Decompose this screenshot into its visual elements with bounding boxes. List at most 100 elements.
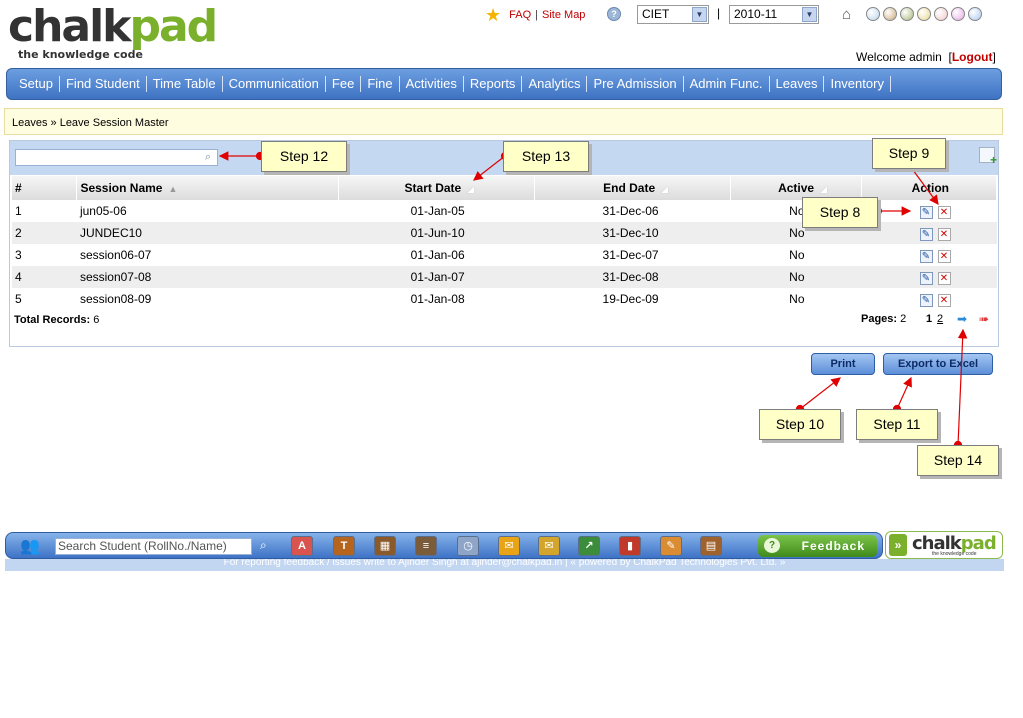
session-name-cell: JUNDEC10 xyxy=(76,222,339,244)
plus-icon: + xyxy=(989,153,997,167)
test-icon[interactable]: T xyxy=(333,536,355,556)
star-icon[interactable]: ★ xyxy=(485,5,501,26)
session-select[interactable]: 2010-11 ▼ xyxy=(729,5,819,24)
institute-select[interactable]: CIET ▼ xyxy=(637,5,709,24)
books-icon[interactable]: ≡ xyxy=(415,536,437,556)
faq-link[interactable]: FAQ xyxy=(509,9,531,21)
delete-icon[interactable]: ✕ xyxy=(937,205,951,219)
active-cell: No xyxy=(789,292,805,306)
nav-item-time-table[interactable]: Time Table xyxy=(147,76,223,92)
nav-item-analytics[interactable]: Analytics xyxy=(522,76,588,92)
theme-color-5-icon[interactable] xyxy=(934,7,948,21)
logo-word-accent: pad xyxy=(129,1,218,52)
theme-color-1-icon[interactable] xyxy=(866,7,880,21)
action-cell: ✎ ✕ xyxy=(862,288,997,310)
theme-color-7-icon[interactable] xyxy=(968,7,982,21)
student-search-input[interactable]: Search Student (RollNo./Name) xyxy=(55,538,252,555)
theme-color-2-icon[interactable] xyxy=(883,7,897,21)
step-12-callout: Step 12 xyxy=(261,141,347,172)
theme-color-6-icon[interactable] xyxy=(951,7,965,21)
session-name-cell: jun05-06 xyxy=(79,204,127,218)
edit-icon[interactable]: ✎ xyxy=(919,205,933,219)
session-name-cell: session06-07 xyxy=(79,248,152,262)
delete-icon[interactable]: ✕ xyxy=(937,293,951,307)
mail-icon[interactable]: ✉ xyxy=(538,536,560,556)
calendar-clock-icon[interactable]: ◷ xyxy=(457,536,479,556)
delete-icon[interactable]: ✕ xyxy=(937,227,951,241)
breadcrumb: Leaves » Leave Session Master xyxy=(4,108,1003,135)
theme-color-3-icon[interactable] xyxy=(900,7,914,21)
edit-icon[interactable]: ✎ xyxy=(919,271,933,285)
edit-icon[interactable]: ✎ xyxy=(919,249,933,263)
footer-credit-strip: For reporting feedback / issues write to… xyxy=(5,559,1004,571)
timetable-icon[interactable]: ▦ xyxy=(374,536,396,556)
logout-link[interactable]: Logout xyxy=(952,50,993,64)
last-page-icon[interactable]: ➠ xyxy=(979,312,989,326)
row-number: 5 xyxy=(15,292,22,306)
footer-chalkpad-logo[interactable]: » chalkpad the knowledge code xyxy=(885,531,1003,559)
help-icon[interactable]: ? xyxy=(607,7,621,21)
nav-item-admin-func[interactable]: Admin Func. xyxy=(684,76,770,92)
end-date-cell: 31-Dec-07 xyxy=(602,248,659,262)
nav-item-activities[interactable]: Activities xyxy=(400,76,464,92)
active-cell: No xyxy=(730,266,862,288)
search-icon[interactable]: ⌕ xyxy=(260,538,267,553)
nav-item-fee[interactable]: Fee xyxy=(326,76,362,92)
chart-icon[interactable]: ↗ xyxy=(578,536,600,556)
session-name-cell: session07-08 xyxy=(76,266,339,288)
theme-color-4-icon[interactable] xyxy=(917,7,931,21)
next-page-icon[interactable]: ➡ xyxy=(957,312,967,326)
delete-icon[interactable]: ✕ xyxy=(937,271,951,285)
search-icon[interactable]: ⌕ xyxy=(200,151,216,164)
sitemap-link[interactable]: Site Map xyxy=(542,9,585,21)
start-date-cell: 01-Jan-05 xyxy=(410,204,465,218)
users-icon[interactable]: 👥 xyxy=(20,536,40,556)
edit-icon[interactable]: ✎ xyxy=(919,227,933,241)
current-page: 1 xyxy=(926,313,933,325)
feedback-button[interactable]: ? Feedback xyxy=(758,535,877,557)
action-cell: ✎ ✕ xyxy=(862,244,997,266)
start-date-cell: 01-Jan-08 xyxy=(410,292,465,306)
print-button[interactable]: Print xyxy=(811,353,875,375)
message-icon[interactable]: ✉ xyxy=(498,536,520,556)
abc-icon[interactable]: A xyxy=(291,536,313,556)
chalkpad-logo[interactable]: chalkpad the knowledge code xyxy=(8,4,224,64)
column-header-start-date[interactable]: Start Date ◢ xyxy=(338,176,536,200)
total-records-value: 6 xyxy=(93,314,100,326)
chevron-down-icon: ▼ xyxy=(692,7,707,22)
page-link-2[interactable]: 2 xyxy=(937,313,943,325)
bar-chart-icon[interactable]: ▮ xyxy=(619,536,641,556)
total-records-label: Total Records: xyxy=(14,314,91,326)
nav-item-find-student[interactable]: Find Student xyxy=(60,76,147,92)
report-icon[interactable]: ✎ xyxy=(660,536,682,556)
total-records: Total Records: 6 xyxy=(14,314,99,326)
table-row: 3 session06-07 01-Jan-06 31-Dec-07 No ✎ ✕ xyxy=(12,244,997,266)
column-header-end-date[interactable]: End Date ◢ xyxy=(534,176,732,200)
nav-item-pre-admission[interactable]: Pre Admission xyxy=(587,76,684,92)
edit-icon[interactable]: ✎ xyxy=(919,293,933,307)
pages-label: Pages: xyxy=(861,313,898,325)
end-date-cell: 31-Dec-08 xyxy=(534,266,731,288)
delete-icon[interactable]: ✕ xyxy=(937,249,951,263)
session-select-value: 2010-11 xyxy=(734,7,778,21)
step-9-callout: Step 9 xyxy=(872,138,946,169)
export-excel-button[interactable]: Export to Excel xyxy=(883,353,993,375)
nav-item-communication[interactable]: Communication xyxy=(223,76,326,92)
book-icon[interactable]: ▤ xyxy=(700,536,722,556)
home-icon[interactable]: ⌂ xyxy=(842,6,851,23)
column-header-session-name[interactable]: Session Name ▲ xyxy=(76,176,340,200)
nav-item-leaves[interactable]: Leaves xyxy=(770,76,825,92)
action-cell: ✎ ✕ xyxy=(861,266,997,288)
nav-item-setup[interactable]: Setup xyxy=(13,76,60,92)
nav-item-inventory[interactable]: Inventory xyxy=(824,76,891,92)
sort-asc-icon: ▲ xyxy=(168,184,178,194)
nav-item-fine[interactable]: Fine xyxy=(361,76,400,92)
nav-item-reports[interactable]: Reports xyxy=(464,76,523,92)
step-10-callout: Step 10 xyxy=(759,409,841,440)
sort-icon: ◢ xyxy=(820,184,828,194)
grid-search-input[interactable]: ⌕ xyxy=(15,149,218,166)
bottom-toolbar: 👥 Search Student (RollNo./Name) ⌕ ? Feed… xyxy=(5,532,883,559)
row-number: 3 xyxy=(15,248,22,262)
add-record-icon[interactable]: + xyxy=(979,147,997,167)
welcome-area: Welcome admin [Logout] xyxy=(856,50,996,64)
